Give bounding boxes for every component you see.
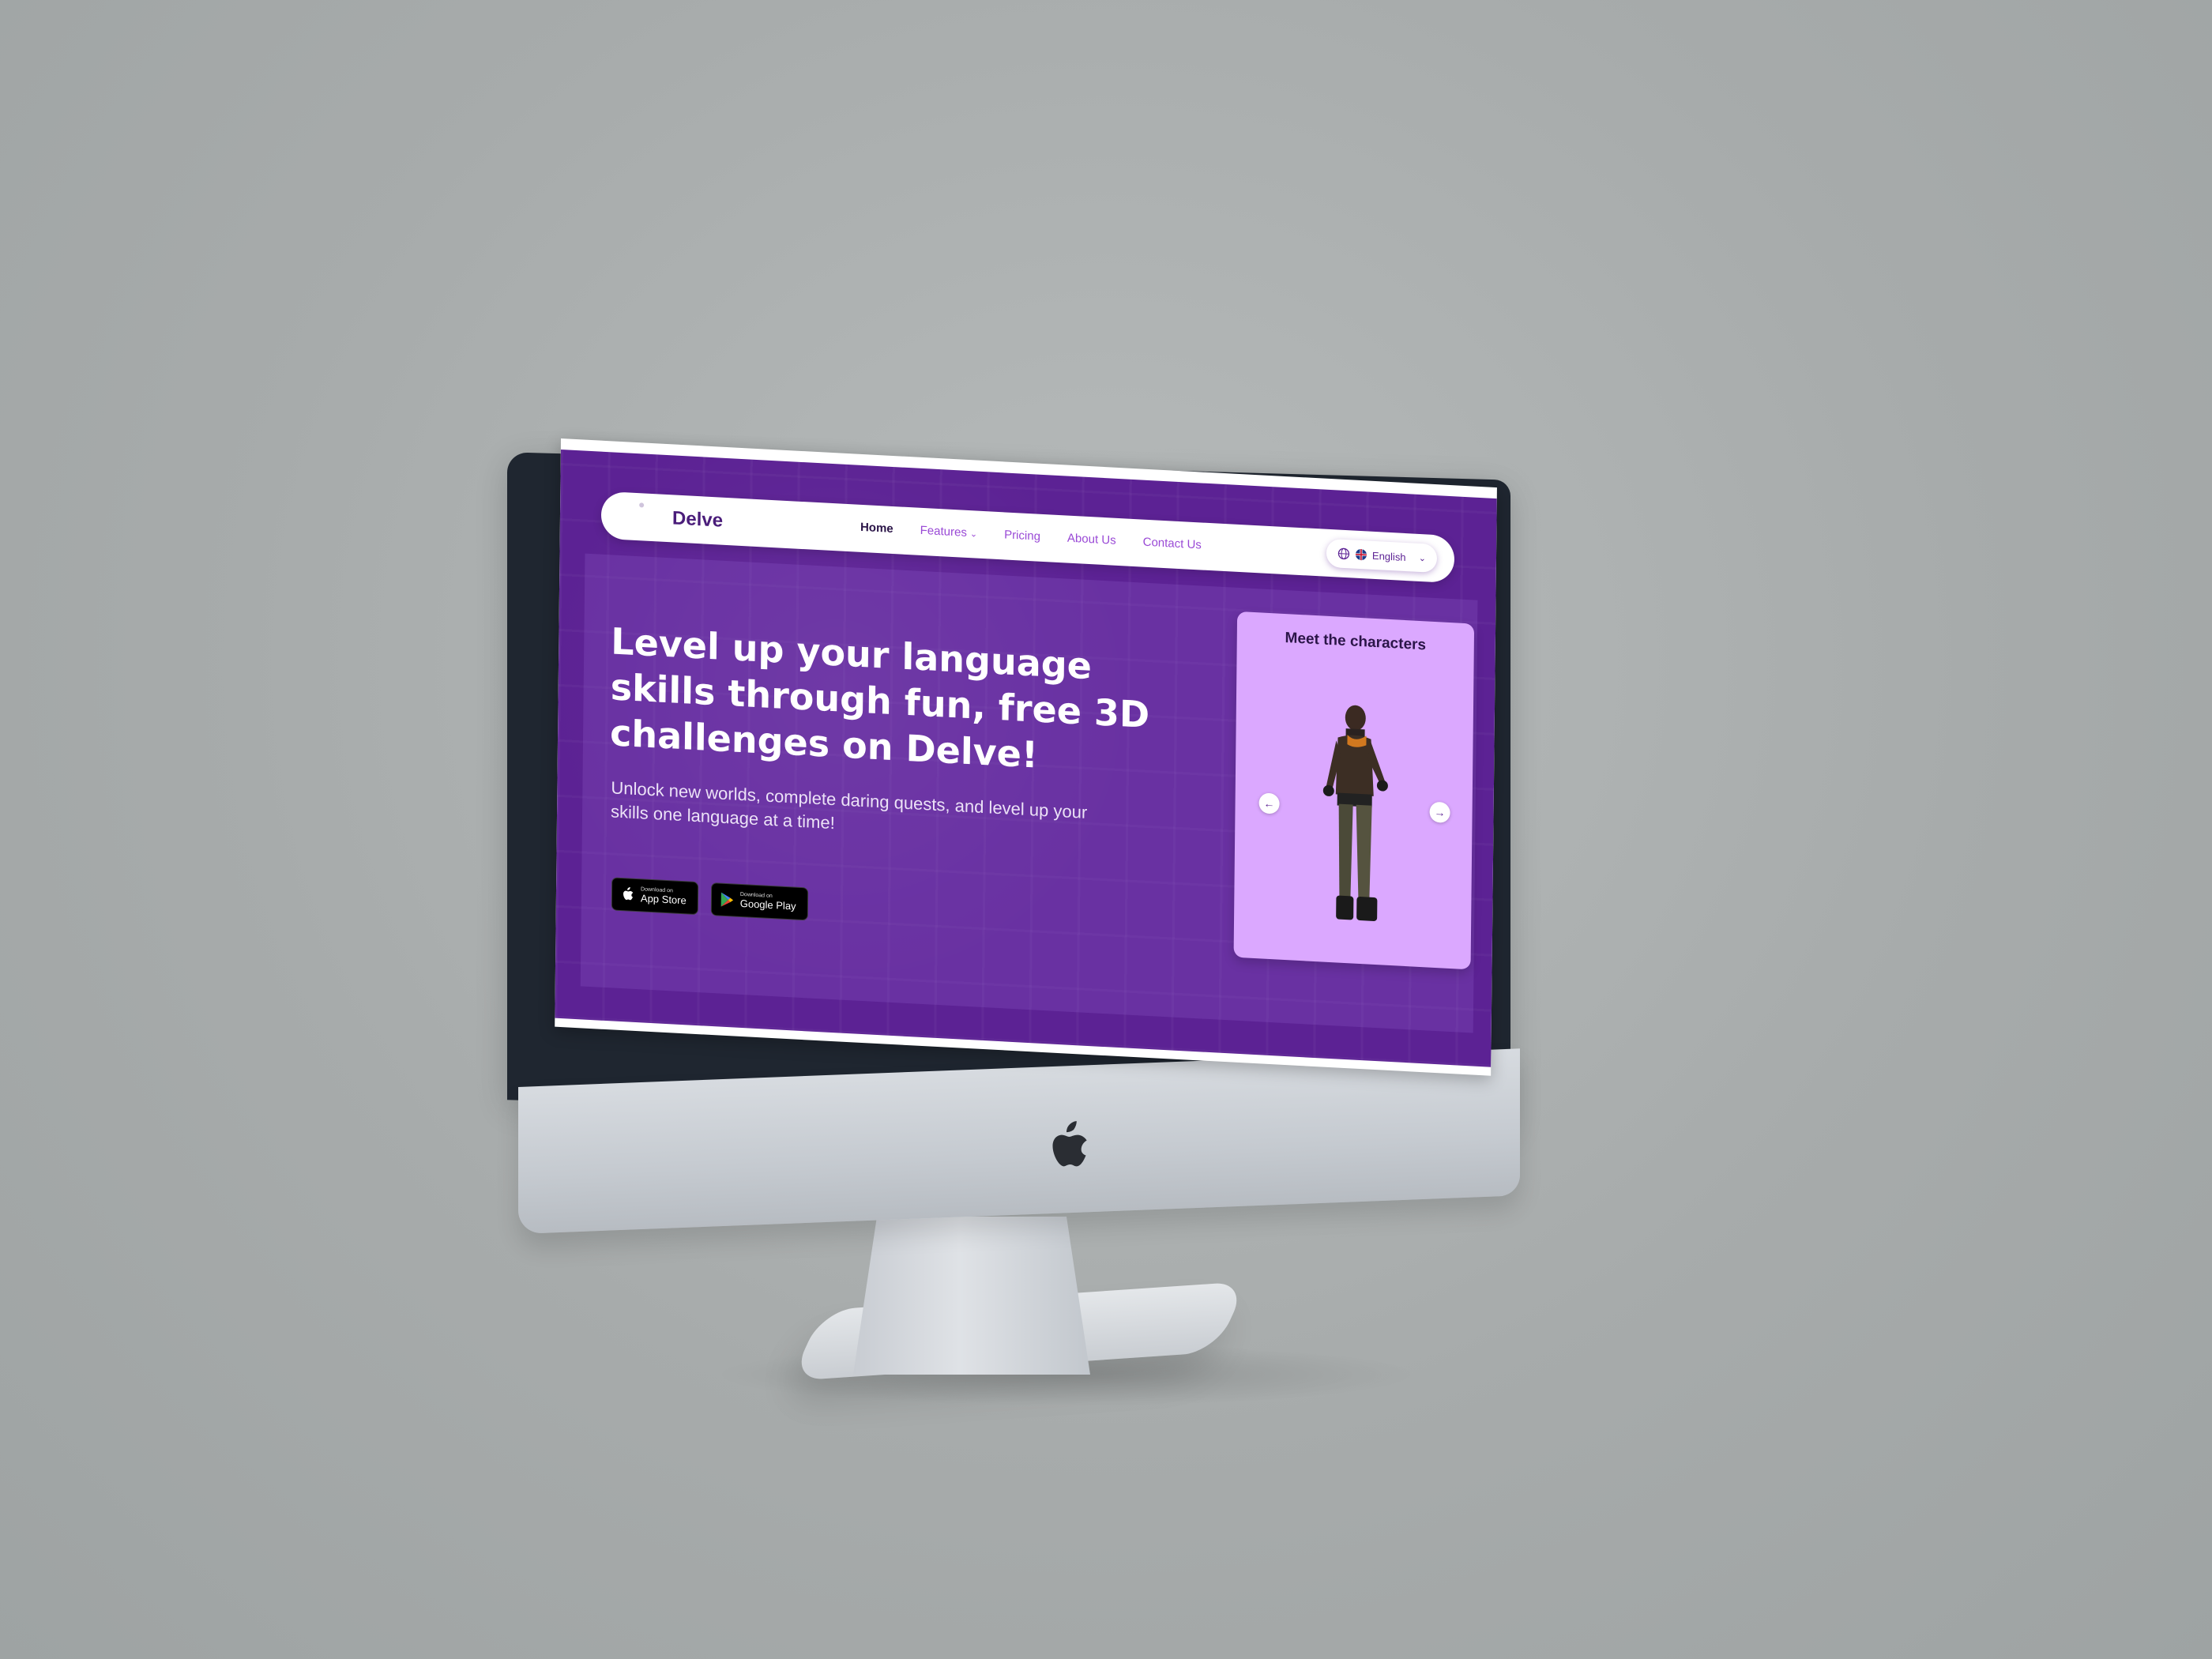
monitor-screen: Delve Home Features ⌄ Pricing About Us Co… [555, 438, 1497, 1076]
characters-card: Meet the characters ← → [1233, 611, 1475, 970]
language-label: English [1371, 549, 1406, 563]
monitor-stand-neck [853, 1217, 1090, 1375]
nav-features[interactable]: Features ⌄ [920, 524, 978, 540]
globe-icon [1337, 547, 1350, 560]
google-play-icon [720, 892, 733, 907]
chevron-down-icon: ⌄ [1418, 553, 1427, 563]
nav-pricing[interactable]: Pricing [1004, 528, 1040, 543]
brand-logo[interactable]: Delve [672, 507, 723, 532]
apple-logo-icon [1052, 1121, 1087, 1167]
website: Delve Home Features ⌄ Pricing About Us Co… [555, 449, 1497, 1067]
google-play-button[interactable]: Download on Google Play [710, 882, 808, 921]
apple-icon [623, 886, 634, 901]
nav-home[interactable]: Home [860, 521, 893, 536]
nav-links: Home Features ⌄ Pricing About Us Contact … [860, 521, 1202, 552]
app-store-button[interactable]: Download on App Store [611, 877, 699, 916]
characters-title: Meet the characters [1285, 630, 1427, 654]
arrow-right-icon[interactable]: → [1429, 801, 1450, 823]
logo-icon [639, 502, 645, 508]
google-play-text: Download on Google Play [740, 892, 796, 912]
app-store-text: Download on App Store [641, 886, 687, 906]
nav-contact-us[interactable]: Contact Us [1143, 536, 1202, 552]
arrow-left-icon[interactable]: ← [1258, 792, 1280, 814]
hero-title: Level up your language skills through fu… [609, 619, 1150, 777]
character-3d-model [1322, 705, 1388, 921]
nav-features-label: Features [920, 523, 967, 540]
chevron-down-icon: ⌄ [969, 529, 978, 540]
google-play-label: Google Play [739, 897, 796, 912]
language-select[interactable]: English ⌄ [1326, 538, 1438, 574]
app-store-label: App Store [640, 892, 687, 907]
uk-flag-icon [1355, 548, 1367, 561]
nav-about-us[interactable]: About Us [1067, 532, 1116, 547]
